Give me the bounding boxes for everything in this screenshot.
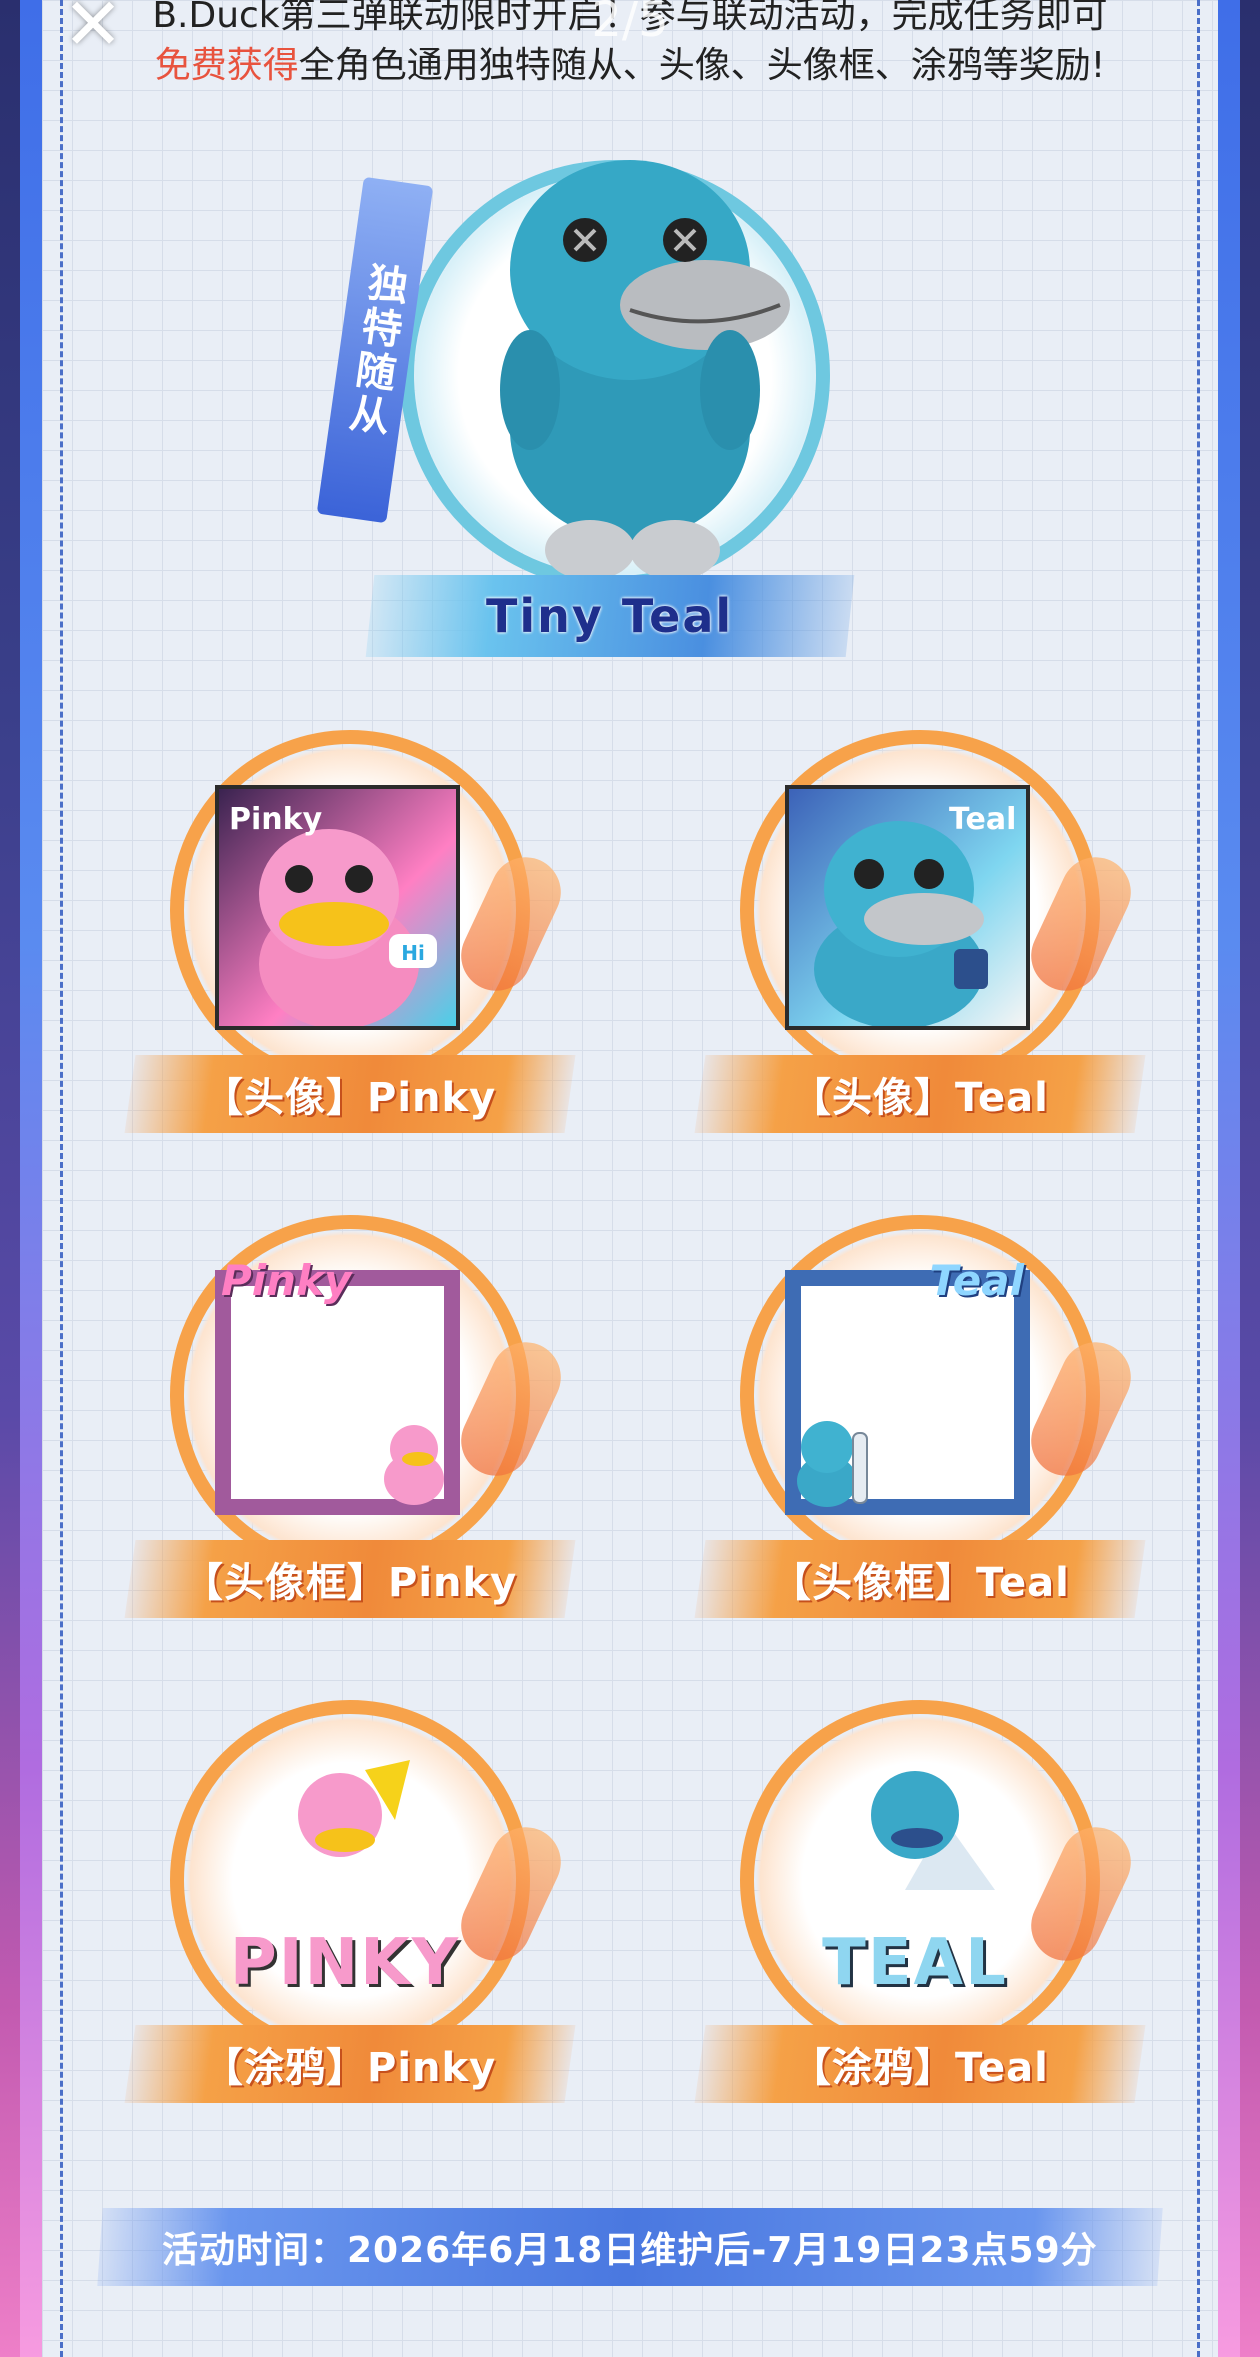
pink-duck-graffiti-icon bbox=[298, 1760, 410, 1857]
small-teal-duck-icon bbox=[797, 1421, 868, 1507]
pinky-graffiti-text: PINKY bbox=[229, 1926, 461, 2000]
event-time: 活动时间：2026年6月18日维护后-7月19日23点59分 bbox=[162, 2230, 1098, 2271]
small-pink-duck-icon bbox=[384, 1425, 444, 1505]
reward-banner: 【头像框】Teal bbox=[694, 1540, 1146, 1618]
hero-companion: 独特随从 Tiny Teal bbox=[316, 100, 940, 690]
reward-banner: 【头像】Pinky bbox=[124, 1055, 576, 1133]
hero-name: Tiny Teal bbox=[486, 589, 734, 643]
event-time-banner: 活动时间：2026年6月18日维护后-7月19日23点59分 bbox=[97, 2208, 1163, 2286]
close-icon[interactable]: ✕ bbox=[58, 0, 128, 64]
reward-card-graffiti-teal: TEAL 【涂鸦】Teal bbox=[694, 1700, 1146, 2130]
hi-bubble: Hi bbox=[401, 941, 425, 965]
reward-card-avatar-pinky: Hi Pinky 【头像】Pinky bbox=[124, 730, 576, 1160]
teal-graffiti-text: TEAL bbox=[822, 1926, 1008, 2000]
teal-duck-icon: Teal bbox=[814, 802, 1016, 1026]
right-edge-decoration bbox=[1218, 0, 1240, 2357]
teal-tag: Teal bbox=[949, 802, 1016, 837]
reward-card-frame-pinky: Pinky 【头像框】Pinky bbox=[124, 1215, 576, 1645]
pink-duck-icon: Hi Pinky bbox=[229, 802, 437, 1026]
pinky-frame-art: Pinky bbox=[215, 1256, 460, 1515]
reward-banner: 【头像】Teal bbox=[694, 1055, 1146, 1133]
reward-banner: 【涂鸦】Teal bbox=[694, 2025, 1146, 2103]
left-edge-decoration bbox=[20, 0, 42, 2357]
pinky-graffiti-art: PINKY bbox=[215, 1760, 475, 2010]
pinky-avatar-art: Hi Pinky bbox=[215, 785, 460, 1030]
pinky-frame-text: Pinky bbox=[221, 1256, 352, 1305]
reward-label: 【头像框】Teal bbox=[770, 1560, 1070, 1606]
page-counter: 2/5 bbox=[591, 0, 669, 48]
reward-banner: 【涂鸦】Pinky bbox=[124, 2025, 576, 2103]
intro-rest: 全角色通用独特随从、头像、头像框、涂鸦等奖励! bbox=[298, 45, 1106, 86]
reward-label: 【涂鸦】Teal bbox=[791, 2045, 1049, 2091]
pinky-tag: Pinky bbox=[229, 802, 323, 837]
hero-name-banner: Tiny Teal bbox=[365, 575, 855, 657]
teal-frame-text: Teal bbox=[929, 1256, 1024, 1305]
teal-duck-figure bbox=[500, 160, 790, 580]
reward-label: 【头像】Teal bbox=[791, 1075, 1049, 1121]
reward-card-frame-teal: Teal 【头像框】Teal bbox=[694, 1215, 1146, 1645]
reward-banner: 【头像框】Pinky bbox=[124, 1540, 576, 1618]
reward-label: 【头像】Pinky bbox=[203, 1075, 497, 1121]
reward-label: 【涂鸦】Pinky bbox=[203, 2045, 497, 2091]
intro-highlight: 免费获得 bbox=[154, 45, 299, 86]
teal-duck-graffiti-icon bbox=[871, 1771, 995, 1890]
reward-label: 【头像框】Pinky bbox=[182, 1560, 518, 1606]
teal-frame-art: Teal bbox=[785, 1256, 1030, 1515]
teal-avatar-art: Teal bbox=[785, 785, 1030, 1030]
reward-card-graffiti-pinky: PINKY 【涂鸦】Pinky bbox=[124, 1700, 576, 2130]
teal-graffiti-art: TEAL bbox=[785, 1760, 1045, 2010]
reward-card-avatar-teal: Teal 【头像】Teal bbox=[694, 730, 1146, 1160]
